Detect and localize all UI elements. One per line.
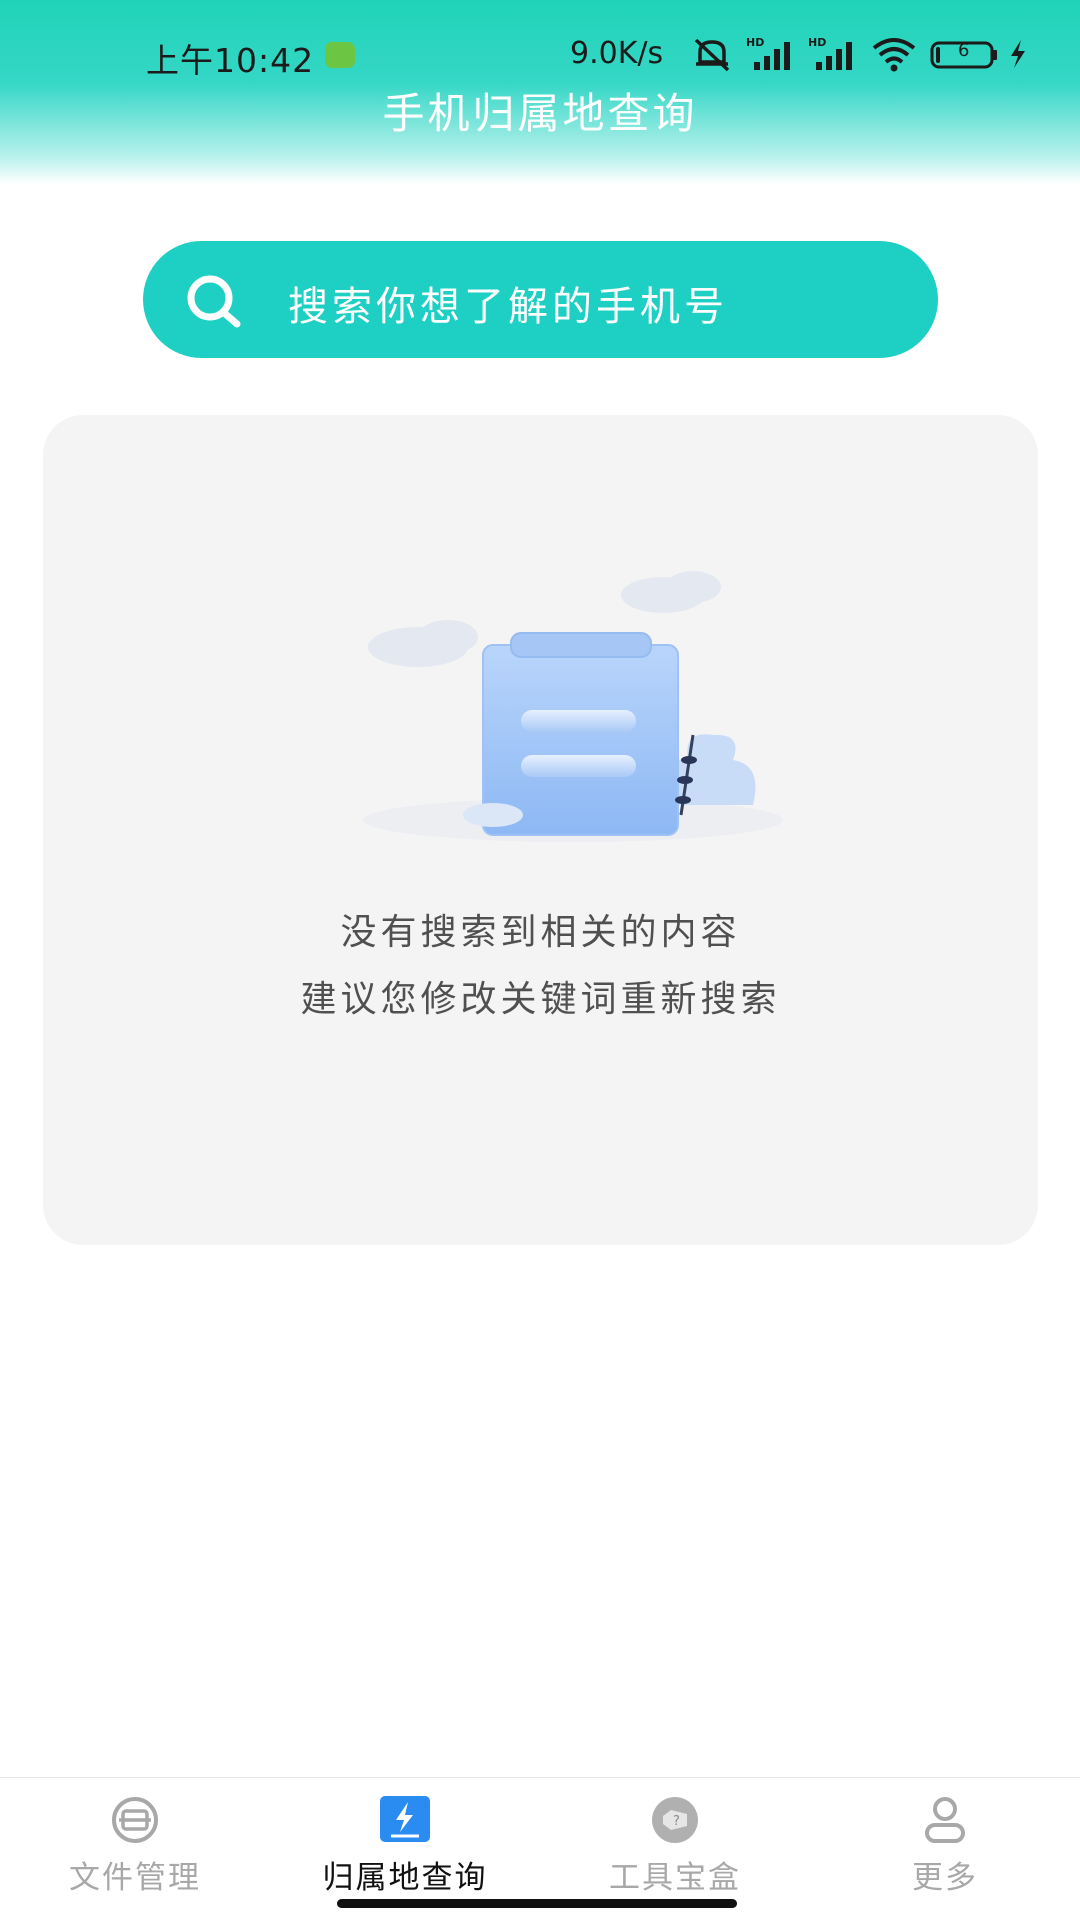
svg-text:?: ? (673, 1814, 680, 1829)
page-title: 手机归属地查询 (382, 89, 698, 138)
notification-app-icon (325, 42, 355, 68)
battery-level: 6 (958, 40, 970, 61)
signal-hd-icon: HD (746, 36, 790, 70)
empty-message-hint: 建议您修改关键词重新搜索 (300, 979, 781, 1020)
svg-text:HD: HD (746, 36, 764, 49)
nav-item-toolbox[interactable]: ? 工具宝盒 (540, 1796, 810, 1901)
file-scan-icon (112, 1797, 158, 1843)
nav-label-toolbox: 工具宝盒 (609, 1860, 741, 1896)
home-indicator[interactable] (337, 1899, 737, 1908)
search-placeholder: 搜索你想了解的手机号 (288, 284, 728, 330)
status-time: 上午10:42 (146, 41, 315, 80)
nav-label-more: 更多 (912, 1860, 978, 1896)
nav-item-file-manager[interactable]: 文件管理 (0, 1796, 270, 1901)
empty-document-illustration (363, 571, 783, 842)
signal-hd-icon-2: HD (808, 36, 852, 70)
wifi-icon (872, 38, 916, 72)
header-background: 上午10:42 9.0K/s HD HD 6 手机归属地查询 (0, 0, 1080, 184)
empty-state-card: 没有搜索到相关的内容 建议您修改关键词重新搜索 (43, 415, 1038, 1245)
status-bar: 上午10:42 9.0K/s HD HD 6 (0, 28, 1080, 82)
nav-label-file-manager: 文件管理 (69, 1860, 201, 1896)
app-screen: 上午10:42 9.0K/s HD HD 6 手机归属地查询 搜索你想了解的手机… (0, 0, 1080, 1920)
lightning-icon (380, 1796, 430, 1842)
search-bar[interactable]: 搜索你想了解的手机号 (143, 241, 938, 358)
user-icon (925, 1797, 965, 1843)
svg-text:HD: HD (808, 36, 826, 49)
status-icons: HD HD 6 (690, 34, 1030, 74)
network-speed: 9.0K/s (570, 36, 664, 71)
empty-message-title: 没有搜索到相关的内容 (340, 912, 741, 953)
charging-icon (1011, 40, 1025, 68)
bell-off-icon (694, 38, 730, 72)
nav-item-more[interactable]: 更多 (810, 1796, 1080, 1901)
toolbox-icon: ? (652, 1797, 698, 1843)
nav-label-location-query: 归属地查询 (322, 1860, 488, 1896)
search-icon (187, 275, 241, 328)
nav-item-location-query[interactable]: 归属地查询 (270, 1796, 540, 1901)
